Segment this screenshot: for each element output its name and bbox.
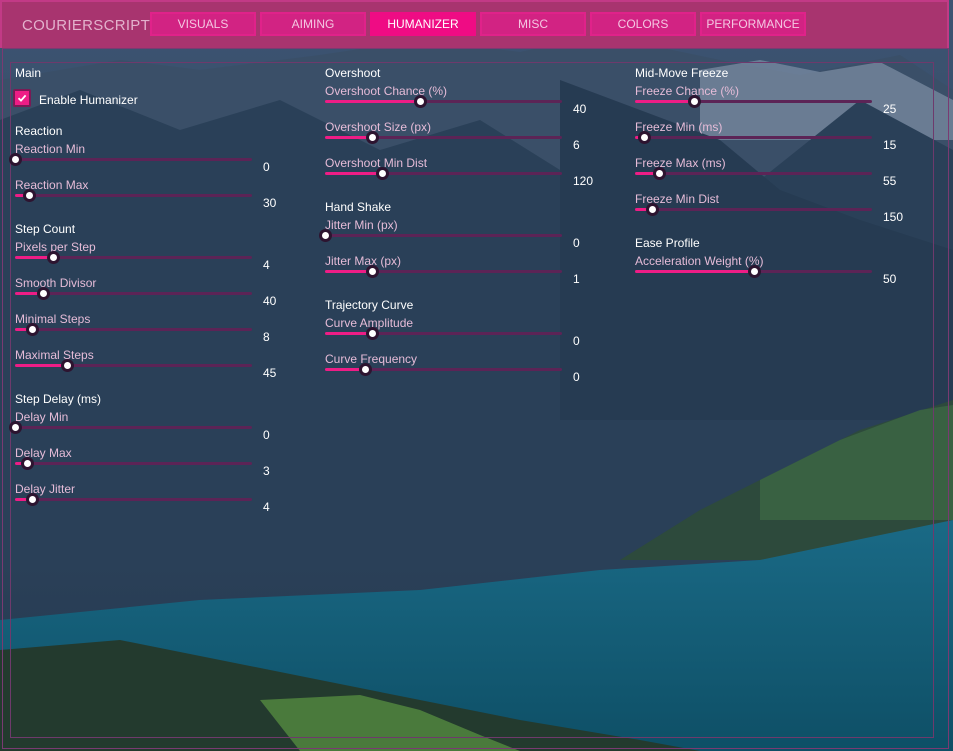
freeze-min-ms-value: 15 — [883, 138, 897, 152]
humanizer-content-frame — [10, 62, 934, 738]
reaction-min-label: Reaction Min — [15, 142, 86, 156]
minimal-steps-slider-handle[interactable] — [25, 323, 39, 336]
tab-visuals[interactable]: VISUALS — [150, 12, 256, 36]
section-heading-overshoot: Overshoot — [325, 66, 381, 80]
freeze-min-dist-value: 150 — [883, 210, 904, 224]
overshoot-size-px-value: 6 — [573, 138, 580, 152]
freeze-chance-label: Freeze Chance (%) — [635, 84, 740, 98]
overshoot-min-dist-slider[interactable] — [325, 167, 562, 180]
freeze-max-ms-label: Freeze Max (ms) — [635, 156, 726, 170]
maximal-steps-slider-fill — [15, 364, 68, 367]
acceleration-weight-value: 50 — [883, 272, 897, 286]
minimal-steps-slider[interactable] — [15, 323, 252, 336]
section-heading-ease-profile: Ease Profile — [635, 236, 700, 250]
overshoot-chance-slider-fill — [325, 100, 420, 103]
pixels-per-step-value: 4 — [263, 258, 270, 272]
jitter-min-px-slider-handle[interactable] — [319, 229, 332, 242]
jitter-min-px-slider[interactable] — [319, 229, 562, 242]
maximal-steps-label: Maximal Steps — [15, 348, 94, 362]
overshoot-chance-value: 40 — [573, 102, 587, 116]
pixels-per-step-slider[interactable] — [15, 251, 252, 264]
section-heading-trajectory-curve: Trajectory Curve — [325, 298, 414, 312]
jitter-max-px-slider-fill — [325, 270, 373, 273]
enable-humanizer-checkbox[interactable] — [13, 89, 31, 107]
overshoot-min-dist-label: Overshoot Min Dist — [325, 156, 428, 170]
check-icon — [17, 94, 27, 102]
delay-jitter-slider[interactable] — [15, 493, 252, 506]
minimal-steps-value: 8 — [263, 330, 270, 344]
smooth-divisor-label: Smooth Divisor — [15, 276, 97, 290]
tab-misc[interactable]: MISC — [480, 12, 586, 36]
curve-amplitude-slider[interactable] — [325, 327, 562, 340]
acceleration-weight-label: Acceleration Weight (%) — [635, 254, 764, 268]
freeze-min-ms-slider[interactable] — [635, 131, 872, 144]
acceleration-weight-slider-fill — [635, 270, 754, 273]
overshoot-min-dist-slider-handle[interactable] — [375, 167, 389, 180]
section-heading-step-delay-ms: Step Delay (ms) — [15, 392, 102, 406]
delay-jitter-value: 4 — [263, 500, 270, 514]
freeze-chance-slider-fill — [635, 100, 695, 103]
delay-min-slider[interactable] — [9, 421, 252, 434]
delay-jitter-label: Delay Jitter — [15, 482, 76, 496]
delay-max-value: 3 — [263, 464, 270, 478]
tab-colors[interactable]: COLORS — [590, 12, 696, 36]
overshoot-chance-slider[interactable] — [325, 95, 562, 108]
overshoot-size-px-slider[interactable] — [325, 131, 562, 144]
tab-aiming[interactable]: AIMING — [260, 12, 366, 36]
section-heading-step-count: Step Count — [15, 222, 76, 236]
delay-max-slider-handle[interactable] — [20, 457, 34, 470]
jitter-max-px-label: Jitter Max (px) — [325, 254, 402, 268]
reaction-max-slider[interactable] — [15, 189, 252, 202]
maximal-steps-slider[interactable] — [15, 359, 252, 372]
app-title: COURIERSCRIPT — [22, 17, 151, 34]
reaction-min-value: 0 — [263, 160, 270, 174]
reaction-min-slider-handle[interactable] — [9, 153, 22, 166]
freeze-min-dist-slider[interactable] — [635, 203, 872, 216]
curve-frequency-label: Curve Frequency — [325, 352, 418, 366]
jitter-min-px-value: 0 — [573, 236, 580, 250]
section-heading-main: Main — [15, 66, 42, 80]
delay-min-slider-handle[interactable] — [9, 421, 22, 434]
smooth-divisor-slider[interactable] — [15, 287, 252, 300]
curve-frequency-value: 0 — [573, 370, 580, 384]
acceleration-weight-slider-handle[interactable] — [747, 265, 761, 278]
section-heading-mid-move-freeze: Mid-Move Freeze — [635, 66, 729, 80]
minimal-steps-label: Minimal Steps — [15, 312, 91, 326]
overshoot-size-px-label: Overshoot Size (px) — [325, 120, 432, 134]
freeze-max-ms-slider-handle[interactable] — [652, 167, 666, 180]
section-heading-hand-shake: Hand Shake — [325, 200, 392, 214]
freeze-max-ms-value: 55 — [883, 174, 897, 188]
overshoot-chance-label: Overshoot Chance (%) — [325, 84, 448, 98]
pixels-per-step-slider-handle[interactable] — [46, 251, 60, 264]
jitter-max-px-slider[interactable] — [325, 265, 562, 278]
reaction-min-slider[interactable] — [9, 153, 252, 166]
section-heading-reaction: Reaction — [15, 124, 63, 138]
enable-humanizer-label[interactable]: Enable Humanizer — [39, 93, 138, 107]
curve-amplitude-value: 0 — [573, 334, 580, 348]
delay-min-value: 0 — [263, 428, 270, 442]
smooth-divisor-value: 40 — [263, 294, 277, 308]
freeze-chance-value: 25 — [883, 102, 897, 116]
delay-min-label: Delay Min — [15, 410, 69, 424]
jitter-max-px-value: 1 — [573, 272, 580, 286]
curve-amplitude-slider-fill — [325, 332, 373, 335]
tab-humanizer[interactable]: HUMANIZER — [370, 12, 476, 36]
tab-performance[interactable]: PERFORMANCE — [700, 12, 806, 36]
freeze-max-ms-slider[interactable] — [635, 167, 872, 180]
curve-frequency-slider[interactable] — [325, 363, 562, 376]
overshoot-chance-slider-handle[interactable] — [413, 95, 427, 108]
overshoot-size-px-slider-fill — [325, 136, 373, 139]
freeze-min-dist-slider-handle[interactable] — [645, 203, 659, 216]
reaction-max-value: 30 — [263, 196, 277, 210]
overshoot-min-dist-slider-fill — [325, 172, 382, 175]
jitter-min-px-label: Jitter Min (px) — [325, 218, 398, 232]
acceleration-weight-slider[interactable] — [635, 265, 872, 278]
freeze-chance-slider[interactable] — [635, 95, 872, 108]
overshoot-min-dist-value: 120 — [573, 174, 594, 188]
delay-max-slider[interactable] — [15, 457, 252, 470]
delay-jitter-slider-handle[interactable] — [25, 493, 39, 506]
maximal-steps-value: 45 — [263, 366, 277, 380]
